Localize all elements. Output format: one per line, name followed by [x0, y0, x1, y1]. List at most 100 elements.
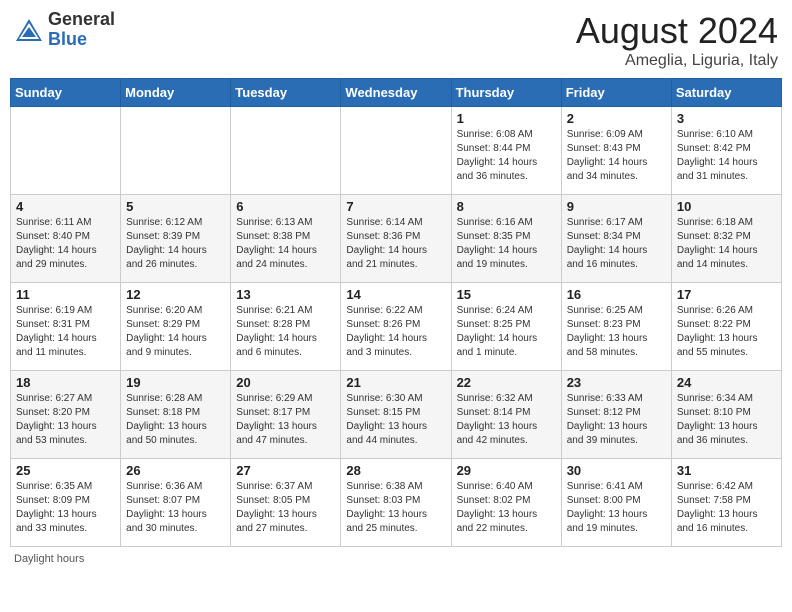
weekday-header-wednesday: Wednesday [341, 79, 451, 107]
day-info: Sunrise: 6:27 AMSunset: 8:20 PMDaylight:… [16, 392, 115, 448]
day-number: 14 [346, 287, 445, 302]
day-number: 10 [677, 199, 776, 214]
day-number: 19 [126, 375, 225, 390]
day-info: Sunrise: 6:12 AMSunset: 8:39 PMDaylight:… [126, 216, 225, 272]
calendar-cell: 15Sunrise: 6:24 AMSunset: 8:25 PMDayligh… [451, 283, 561, 371]
weekday-header-friday: Friday [561, 79, 671, 107]
day-info: Sunrise: 6:08 AMSunset: 8:44 PMDaylight:… [457, 128, 556, 184]
calendar-cell: 6 Sunrise: 6:13 AMSunset: 8:38 PMDaylight… [231, 195, 341, 283]
logo: General Blue [14, 10, 115, 50]
day-info: Sunrise: 6:22 AMSunset: 8:26 PMDaylight:… [346, 304, 445, 360]
logo-blue-text: Blue [48, 29, 87, 49]
calendar-cell [341, 107, 451, 195]
calendar-cell: 22 Sunrise: 6:32 AMSunset: 8:14 PMDayligh… [451, 371, 561, 459]
page-header: General Blue August 2024 Ameglia, Liguri… [10, 10, 782, 70]
day-info: Sunrise: 6:09 AMSunset: 8:43 PMDaylight:… [567, 128, 666, 184]
day-number: 20 [236, 375, 335, 390]
day-info: Sunrise: 6:32 AMSunset: 8:14 PMDaylight:… [457, 392, 556, 448]
day-info: Sunrise: 6:37 AMSunset: 8:05 PMDaylight:… [236, 480, 335, 536]
calendar-cell: 3Sunrise: 6:10 AMSunset: 8:42 PMDaylight… [671, 107, 781, 195]
day-number: 2 [567, 111, 666, 126]
day-info: Sunrise: 6:13 AMSunset: 8:38 PMDaylight:… [236, 216, 335, 272]
calendar-cell: 10 Sunrise: 6:18 AMSunset: 8:32 PMDayligh… [671, 195, 781, 283]
week-row-3: 11 Sunrise: 6:19 AMSunset: 8:31 PMDayligh… [11, 283, 782, 371]
calendar-cell: 30 Sunrise: 6:41 AMSunset: 8:00 PMDayligh… [561, 459, 671, 547]
day-number: 21 [346, 375, 445, 390]
day-info: Sunrise: 6:18 AMSunset: 8:32 PMDaylight:… [677, 216, 776, 272]
week-row-1: 1 Sunrise: 6:08 AMSunset: 8:44 PMDaylight… [11, 107, 782, 195]
day-info: Sunrise: 6:36 AMSunset: 8:07 PMDaylight:… [126, 480, 225, 536]
day-info: Sunrise: 6:16 AMSunset: 8:35 PMDaylight:… [457, 216, 556, 272]
calendar-cell: 25 Sunrise: 6:35 AMSunset: 8:09 PMDayligh… [11, 459, 121, 547]
calendar-cell: 14 Sunrise: 6:22 AMSunset: 8:26 PMDayligh… [341, 283, 451, 371]
calendar-table: SundayMondayTuesdayWednesdayThursdayFrid… [10, 78, 782, 547]
calendar-cell: 16 Sunrise: 6:25 AMSunset: 8:23 PMDayligh… [561, 283, 671, 371]
day-info: Sunrise: 6:20 AMSunset: 8:29 PMDaylight:… [126, 304, 225, 360]
day-info: Sunrise: 6:35 AMSunset: 8:09 PMDaylight:… [16, 480, 115, 536]
day-info: Sunrise: 6:21 AMSunset: 8:28 PMDaylight:… [236, 304, 335, 360]
day-info: Sunrise: 6:34 AMSunset: 8:10 PMDaylight:… [677, 392, 776, 448]
day-number: 17 [677, 287, 776, 302]
calendar-cell: 21 Sunrise: 6:30 AMSunset: 8:15 PMDayligh… [341, 371, 451, 459]
calendar-cell [231, 107, 341, 195]
day-info: Sunrise: 6:25 AMSunset: 8:23 PMDaylight:… [567, 304, 666, 360]
calendar-cell: 26Sunrise: 6:36 AMSunset: 8:07 PMDayligh… [121, 459, 231, 547]
calendar-cell: 5 Sunrise: 6:12 AMSunset: 8:39 PMDaylight… [121, 195, 231, 283]
day-number: 18 [16, 375, 115, 390]
day-number: 12 [126, 287, 225, 302]
day-number: 1 [457, 111, 556, 126]
day-info: Sunrise: 6:28 AMSunset: 8:18 PMDaylight:… [126, 392, 225, 448]
month-year: August 2024 [576, 10, 778, 52]
day-number: 30 [567, 463, 666, 478]
calendar-cell [121, 107, 231, 195]
calendar-cell: 2 Sunrise: 6:09 AMSunset: 8:43 PMDaylight… [561, 107, 671, 195]
calendar-cell: 19 Sunrise: 6:28 AMSunset: 8:18 PMDayligh… [121, 371, 231, 459]
calendar-cell: 23Sunrise: 6:33 AMSunset: 8:12 PMDayligh… [561, 371, 671, 459]
week-row-2: 4 Sunrise: 6:11 AMSunset: 8:40 PMDaylight… [11, 195, 782, 283]
day-number: 11 [16, 287, 115, 302]
calendar-cell: 29 Sunrise: 6:40 AMSunset: 8:02 PMDayligh… [451, 459, 561, 547]
week-row-4: 18 Sunrise: 6:27 AMSunset: 8:20 PMDayligh… [11, 371, 782, 459]
calendar-cell: 11 Sunrise: 6:19 AMSunset: 8:31 PMDayligh… [11, 283, 121, 371]
day-info: Sunrise: 6:19 AMSunset: 8:31 PMDaylight:… [16, 304, 115, 360]
weekday-header-tuesday: Tuesday [231, 79, 341, 107]
calendar-cell: 4 Sunrise: 6:11 AMSunset: 8:40 PMDaylight… [11, 195, 121, 283]
day-number: 29 [457, 463, 556, 478]
day-info: Sunrise: 6:42 AMSunset: 7:58 PMDaylight:… [677, 480, 776, 536]
day-number: 5 [126, 199, 225, 214]
logo-icon [14, 15, 44, 45]
day-number: 25 [16, 463, 115, 478]
day-info: Sunrise: 6:30 AMSunset: 8:15 PMDaylight:… [346, 392, 445, 448]
day-number: 3 [677, 111, 776, 126]
calendar-cell: 18 Sunrise: 6:27 AMSunset: 8:20 PMDayligh… [11, 371, 121, 459]
day-number: 9 [567, 199, 666, 214]
calendar-cell [11, 107, 121, 195]
day-number: 7 [346, 199, 445, 214]
calendar-cell: 8Sunrise: 6:16 AMSunset: 8:35 PMDaylight… [451, 195, 561, 283]
calendar-cell: 13Sunrise: 6:21 AMSunset: 8:28 PMDayligh… [231, 283, 341, 371]
day-info: Sunrise: 6:17 AMSunset: 8:34 PMDaylight:… [567, 216, 666, 272]
calendar-cell: 31Sunrise: 6:42 AMSunset: 7:58 PMDayligh… [671, 459, 781, 547]
week-row-5: 25 Sunrise: 6:35 AMSunset: 8:09 PMDayligh… [11, 459, 782, 547]
day-info: Sunrise: 6:11 AMSunset: 8:40 PMDaylight:… [16, 216, 115, 272]
day-number: 27 [236, 463, 335, 478]
day-number: 24 [677, 375, 776, 390]
day-info: Sunrise: 6:24 AMSunset: 8:25 PMDaylight:… [457, 304, 556, 360]
logo-general-text: General [48, 9, 115, 29]
day-info: Sunrise: 6:40 AMSunset: 8:02 PMDaylight:… [457, 480, 556, 536]
calendar-cell: 27 Sunrise: 6:37 AMSunset: 8:05 PMDayligh… [231, 459, 341, 547]
page-container: General Blue August 2024 Ameglia, Liguri… [10, 10, 782, 565]
day-info: Sunrise: 6:14 AMSunset: 8:36 PMDaylight:… [346, 216, 445, 272]
day-info: Sunrise: 6:41 AMSunset: 8:00 PMDaylight:… [567, 480, 666, 536]
calendar-cell: 9 Sunrise: 6:17 AMSunset: 8:34 PMDaylight… [561, 195, 671, 283]
day-number: 4 [16, 199, 115, 214]
weekday-header-saturday: Saturday [671, 79, 781, 107]
calendar-cell: 28Sunrise: 6:38 AMSunset: 8:03 PMDayligh… [341, 459, 451, 547]
day-number: 16 [567, 287, 666, 302]
calendar-cell: 17Sunrise: 6:26 AMSunset: 8:22 PMDayligh… [671, 283, 781, 371]
calendar-cell: 20Sunrise: 6:29 AMSunset: 8:17 PMDayligh… [231, 371, 341, 459]
day-info: Sunrise: 6:38 AMSunset: 8:03 PMDaylight:… [346, 480, 445, 536]
day-number: 6 [236, 199, 335, 214]
day-number: 23 [567, 375, 666, 390]
day-number: 22 [457, 375, 556, 390]
